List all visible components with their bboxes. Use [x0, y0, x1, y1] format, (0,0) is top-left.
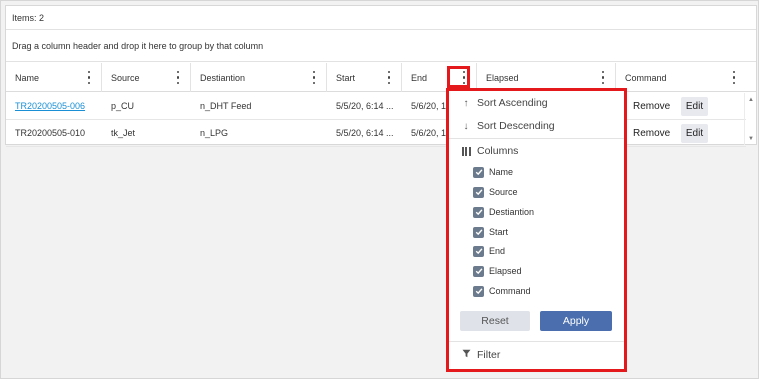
column-checkbox-label: Command [489, 286, 531, 296]
column-header-command[interactable]: Command [616, 63, 746, 92]
row-end: 5/6/20, 12: [411, 101, 454, 111]
checkmark-icon [473, 285, 484, 297]
column-checkbox-label: Source [489, 187, 518, 197]
column-header-label: Command [625, 72, 667, 83]
filter-icon [459, 349, 473, 361]
column-header-name[interactable]: Name [6, 63, 102, 92]
column-menu-icon[interactable] [387, 71, 391, 84]
row-start: 5/5/20, 6:14 ... [336, 128, 394, 138]
checkmark-icon [473, 186, 484, 198]
column-checkbox-label: End [489, 246, 506, 256]
apply-button[interactable]: Apply [540, 311, 612, 331]
menu-divider [449, 138, 624, 139]
table-row[interactable]: TR20200505-010 tk_Jet n_LPG 5/5/20, 6:14… [6, 120, 746, 147]
sort-descending-label: Sort Descending [477, 120, 555, 132]
row-name: TR20200505-010 [15, 128, 86, 138]
row-destination: n_LPG [200, 128, 229, 138]
edit-button[interactable]: Edit [681, 124, 708, 143]
items-count-bar: Items: 2 [6, 6, 756, 30]
header-row: Name Source Destiantion Start End Elapse… [6, 63, 756, 92]
row-source: p_CU [111, 101, 135, 111]
sort-ascending-item[interactable]: ↑ Sort Ascending [449, 93, 624, 113]
column-menu-icon[interactable] [601, 71, 605, 84]
column-menu-icon[interactable] [312, 71, 316, 84]
remove-button[interactable]: Remove [633, 120, 670, 146]
filter-item[interactable]: Filter [449, 344, 624, 365]
sort-ascending-label: Sort Ascending [477, 97, 548, 109]
column-header-label: Name [15, 72, 40, 83]
arrow-down-icon: ↓ [463, 120, 469, 132]
checkmark-icon [473, 206, 484, 218]
column-checkbox-command[interactable]: Command [473, 283, 531, 299]
column-header-elapsed[interactable]: Elapsed [477, 63, 616, 92]
columns-section-header[interactable]: Columns [449, 141, 624, 161]
column-header-label: Source [111, 72, 140, 83]
column-checkbox-source[interactable]: Source [473, 184, 518, 200]
table-row[interactable]: TR20200505-006 p_CU n_DHT Feed 5/5/20, 6… [6, 93, 746, 120]
vertical-scrollbar[interactable]: ▲ ▼ [744, 93, 756, 145]
row-source: tk_Jet [111, 128, 136, 138]
columns-label: Columns [477, 145, 519, 157]
scroll-up-icon[interactable]: ▲ [748, 97, 754, 103]
column-checkbox-destination[interactable]: Destiantion [473, 204, 534, 220]
items-count: Items: 2 [12, 12, 45, 23]
column-checkbox-end[interactable]: End [473, 243, 505, 259]
column-menu: ↑ Sort Ascending ↓ Sort Descending Colum… [449, 91, 624, 369]
column-header-source[interactable]: Source [102, 63, 191, 92]
column-header-label: End [411, 72, 428, 83]
group-panel-hint: Drag a column header and drop it here to… [12, 40, 264, 51]
column-header-start[interactable]: Start [327, 63, 402, 92]
row-start: 5/5/20, 6:14 ... [336, 101, 394, 111]
column-checkbox-label: Elapsed [489, 266, 522, 276]
column-header-label: Start [336, 72, 356, 83]
column-header-label: Elapsed [486, 72, 519, 83]
column-menu-icon[interactable] [87, 71, 91, 84]
column-checkbox-label: Destiantion [489, 207, 535, 217]
group-panel[interactable]: Drag a column header and drop it here to… [6, 30, 756, 62]
row-name-link[interactable]: TR20200505-006 [15, 101, 85, 111]
data-grid: Items: 2 Drag a column header and drop i… [5, 5, 757, 147]
column-checkbox-label: Name [489, 167, 514, 177]
scroll-down-icon[interactable]: ▼ [748, 136, 754, 142]
column-checkbox-label: Start [489, 227, 509, 237]
arrow-up-icon: ↑ [463, 97, 469, 109]
remove-button[interactable]: Remove [633, 93, 670, 119]
column-checkbox-name[interactable]: Name [473, 164, 513, 180]
column-checkbox-elapsed[interactable]: Elapsed [473, 263, 522, 279]
checkmark-icon [473, 265, 484, 277]
column-menu-icon[interactable] [176, 71, 180, 84]
row-end: 5/6/20, 12: [411, 128, 454, 138]
filter-label: Filter [477, 348, 501, 361]
reset-button[interactable]: Reset [460, 311, 530, 331]
column-header-label: Destiantion [200, 72, 246, 83]
checkmark-icon [473, 226, 484, 238]
columns-icon [459, 146, 473, 156]
sort-descending-item[interactable]: ↓ Sort Descending [449, 116, 624, 136]
checkmark-icon [473, 166, 484, 178]
row-destination: n_DHT Feed [200, 101, 252, 111]
column-menu-icon[interactable] [732, 71, 736, 84]
column-checkbox-start[interactable]: Start [473, 224, 508, 240]
kebab-highlight-box [447, 66, 470, 88]
checkmark-icon [473, 245, 484, 257]
edit-button[interactable]: Edit [681, 97, 708, 116]
column-header-destination[interactable]: Destiantion [191, 63, 327, 92]
menu-divider [449, 341, 624, 342]
